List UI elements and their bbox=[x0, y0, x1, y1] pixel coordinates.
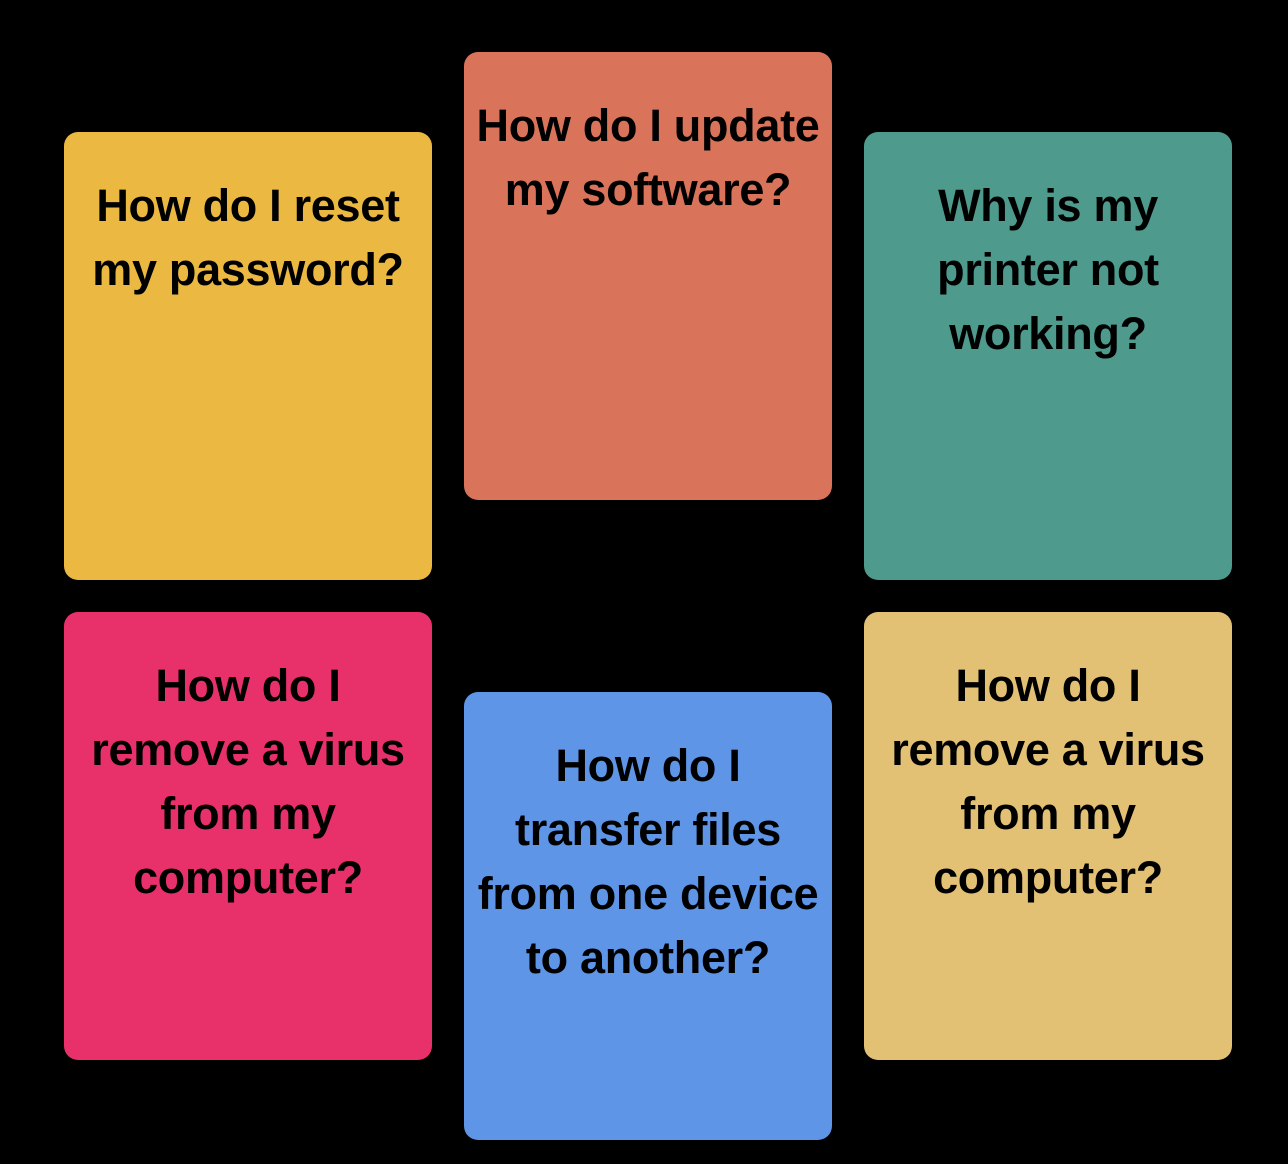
sticky-note-printer-not-working[interactable]: Why is my printer not working? bbox=[864, 132, 1232, 580]
sticky-note-remove-virus-duplicate[interactable]: How do I remove a virus from my computer… bbox=[864, 612, 1232, 1060]
sticky-note-text: Why is my printer not working? bbox=[937, 180, 1159, 359]
sticky-note-text: How do I update my software? bbox=[476, 100, 820, 215]
sticky-note-reset-password[interactable]: How do I reset my password? bbox=[64, 132, 432, 580]
sticky-note-text: How do I remove a virus from my computer… bbox=[91, 660, 405, 903]
sticky-note-transfer-files[interactable]: How do I transfer files from one device … bbox=[464, 692, 832, 1140]
sticky-note-remove-virus[interactable]: How do I remove a virus from my computer… bbox=[64, 612, 432, 1060]
sticky-note-text: How do I reset my password? bbox=[92, 180, 404, 295]
sticky-note-text: How do I transfer files from one device … bbox=[477, 740, 819, 983]
sticky-note-update-software[interactable]: How do I update my software? bbox=[464, 52, 832, 500]
sticky-note-text: How do I remove a virus from my computer… bbox=[891, 660, 1205, 903]
